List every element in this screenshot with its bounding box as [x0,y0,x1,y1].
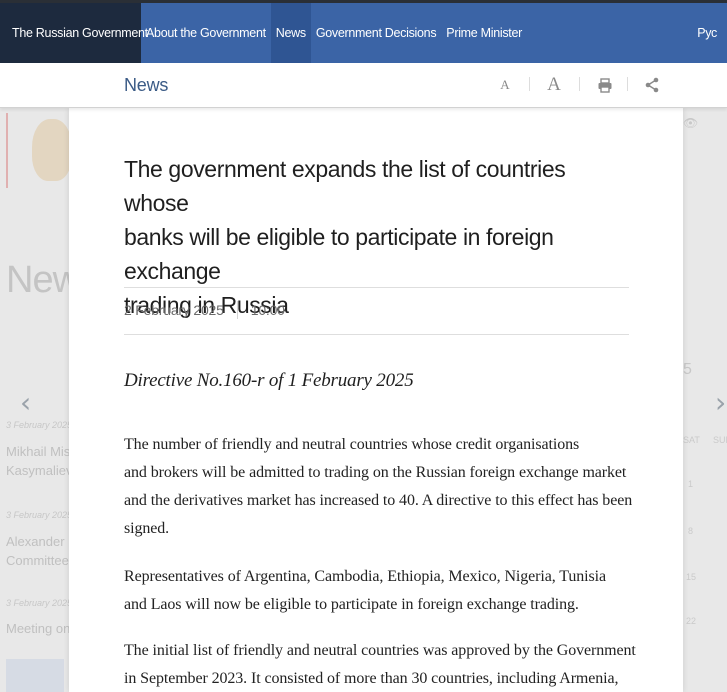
nav-item-government-decisions[interactable]: Government Decisions [311,3,441,63]
article-paragraph: The initial list of friendly and neutral… [124,642,636,687]
share-button[interactable] [642,72,662,98]
calendar-day[interactable]: 15 [686,572,696,582]
background-news-date: 3 February 2025 [6,420,73,430]
nav-item-about[interactable]: About the Government [141,3,271,63]
nav-item-news[interactable]: News [270,3,311,63]
background-news-date: 3 February 2025 [6,598,73,608]
site-brand-link[interactable]: The Russian Government [0,3,148,63]
divider [124,287,629,288]
font-increase-button[interactable]: A [543,72,565,98]
article-headline: The government expands the list of count… [124,156,566,318]
background-news-date: 3 February 2025 [6,510,73,520]
nav-item-prime-minister[interactable]: Prime Minister [441,3,527,63]
article-paragraph: The number of friendly and neutral count… [124,436,633,537]
language-switch[interactable]: Рус [692,3,727,63]
divider [124,334,629,335]
background-news-title[interactable]: Alexander N Committee [6,532,78,570]
calendar-day-header: SUN [713,435,727,445]
carousel-prev-icon[interactable]: ‹ [20,386,31,419]
article-paragraph: Representatives of Argentina, Cambodia, … [124,568,606,613]
article-date: 2 February 2025 [124,302,224,318]
carousel-next-icon[interactable]: › [715,386,726,419]
calendar-day[interactable]: 22 [686,616,696,626]
print-icon [598,77,612,93]
print-button[interactable] [595,72,615,98]
article-toolbar: News A A [0,63,727,108]
article-meta: 2 February 2025 10:00 [124,301,285,319]
calendar-day-header: SAT [683,435,700,445]
calendar-day[interactable]: 8 [688,526,693,536]
font-decrease-button[interactable]: A [497,72,513,98]
eye-icon: 👁 [683,116,699,130]
background-calendar-number: 5 [683,361,692,378]
article-time: 10:00 [250,302,285,318]
calendar-day[interactable]: 1 [688,479,693,489]
top-navigation: The Russian Government About the Governm… [0,0,727,63]
background-news-thumbnail [6,659,64,692]
coat-of-arms-logo [6,113,72,188]
section-title[interactable]: News [124,75,168,96]
share-icon [645,77,659,93]
directive-link[interactable]: Directive No.160-r of 1 February 2025 [124,370,414,392]
background-news-title[interactable]: Meeting on [6,619,70,638]
background-news-title[interactable]: Mikhail Mis Kasymaliev [6,442,72,480]
